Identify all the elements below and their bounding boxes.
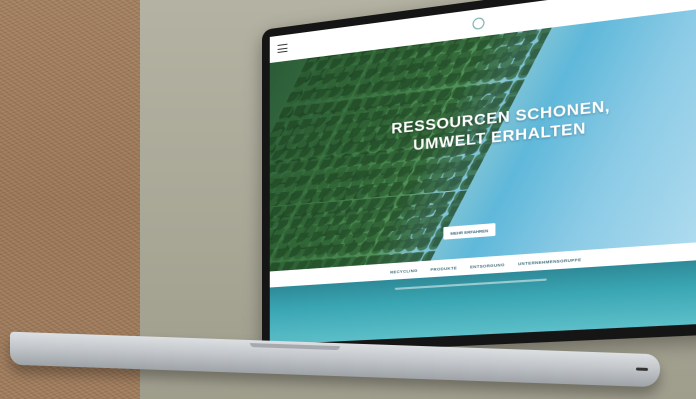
logo-icon bbox=[472, 16, 485, 30]
hero-cta-button[interactable]: MEHR ERFAHREN bbox=[443, 223, 496, 240]
trackpad-notch bbox=[250, 343, 340, 351]
subnav-item-recycling[interactable]: RECYCLING bbox=[390, 267, 418, 274]
hamburger-menu-icon[interactable] bbox=[277, 43, 288, 54]
port-indicator bbox=[636, 367, 648, 371]
site-logo[interactable] bbox=[472, 16, 486, 30]
subnav-item-entsorgung[interactable]: ENTSORGUNG bbox=[470, 261, 505, 269]
laptop-lid: DE EN RESSOURCEN SCHONEN, UMWELT ERHALTE… bbox=[262, 0, 696, 356]
laptop-screen: DE EN RESSOURCEN SCHONEN, UMWELT ERHALTE… bbox=[269, 0, 696, 345]
subnav-item-produkte[interactable]: PRODUKTE bbox=[430, 265, 457, 272]
subnav-item-unternehmensgruppe[interactable]: UNTERNEHMENSGRUPPE bbox=[518, 256, 581, 266]
